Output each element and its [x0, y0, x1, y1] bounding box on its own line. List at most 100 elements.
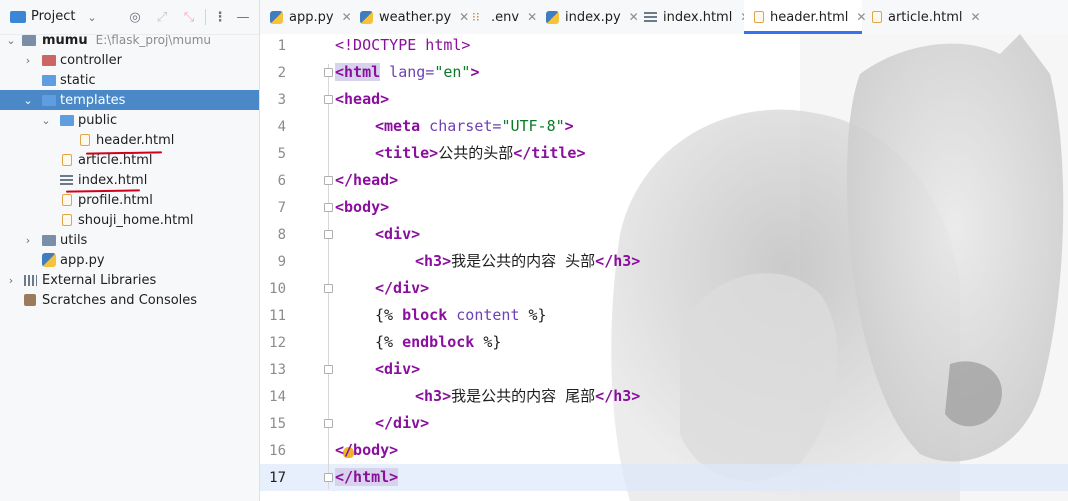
tag-body-close: </body> — [335, 441, 399, 459]
tag-div: <div> — [375, 360, 421, 378]
close-icon[interactable]: ✕ — [342, 10, 352, 24]
line-number: 12 — [269, 335, 286, 351]
code-line-3[interactable]: <head> — [335, 86, 389, 113]
code-line-11[interactable]: {% block content %} — [375, 302, 547, 329]
tree-item-utils[interactable]: › utils — [0, 230, 259, 250]
chevron-right-icon[interactable]: › — [22, 54, 34, 67]
tag-div: <div> — [375, 225, 421, 243]
locate-file-icon[interactable]: ◎ — [127, 9, 143, 25]
code-line-7[interactable]: <body> — [335, 194, 389, 221]
jinja-delim: %} — [519, 306, 547, 324]
package-folder-icon — [42, 235, 56, 246]
tree-item-app-py[interactable]: app.py — [0, 250, 259, 270]
attr-charset: charset= — [420, 117, 502, 135]
tab-index-html[interactable]: index.html ✕ — [644, 0, 750, 34]
code-line-10[interactable]: </div> — [375, 275, 429, 302]
line-number: 15 — [269, 416, 286, 432]
html-file-icon — [62, 214, 72, 226]
fold-marker[interactable] — [324, 365, 333, 374]
python-file-icon — [360, 10, 373, 24]
line-number: 8 — [277, 227, 286, 243]
python-file-icon — [546, 10, 559, 24]
code-line-14[interactable]: <h3>我是公共的内容 尾部</h3> — [415, 383, 640, 410]
h3-text: 我是公共的内容 尾部 — [451, 387, 596, 405]
fold-marker[interactable] — [324, 176, 333, 185]
code-line-13[interactable]: <div> — [375, 356, 420, 383]
fold-marker[interactable] — [324, 419, 333, 428]
code-line-1[interactable]: <!DOCTYPE html> — [335, 34, 470, 59]
tree-item-label: Scratches and Consoles — [42, 292, 198, 308]
tab-label: app.py — [289, 9, 334, 25]
tab-article-html[interactable]: article.html ✕ — [872, 0, 981, 34]
tree-item-label: static — [60, 72, 96, 88]
tree-item-article-html[interactable]: article.html — [0, 150, 259, 170]
expand-all-icon[interactable]: ⤢ — [154, 9, 170, 25]
tree-item-profile-html[interactable]: profile.html — [0, 190, 259, 210]
jinja-block-name: content — [447, 306, 520, 324]
tree-item-public[interactable]: ⌄ public — [0, 110, 259, 130]
code-line-2[interactable]: <html lang="en"> — [335, 59, 480, 86]
tag-html-open: <html — [335, 63, 381, 81]
fold-marker[interactable] — [324, 230, 333, 239]
tree-item-shouji-home-html[interactable]: shouji_home.html — [0, 210, 259, 230]
chevron-down-icon[interactable]: ⌄ — [40, 114, 52, 127]
tree-item-controller[interactable]: › controller — [0, 50, 259, 70]
code-editor[interactable]: 1 2 3 4 5 6 7 8 9 10 11 12 13 14 15 16 1… — [260, 34, 1068, 501]
tree-item-mumu[interactable]: ⌄ mumu E:\flask_proj\mumu — [0, 30, 259, 50]
resource-folder-icon — [42, 75, 56, 86]
hide-panel-icon[interactable]: — — [235, 9, 251, 25]
fold-marker[interactable] — [324, 473, 333, 482]
tab-weather-py[interactable]: weather.py ✕ — [360, 0, 469, 34]
chevron-down-icon[interactable]: ⌄ — [22, 94, 34, 107]
chevron-right-icon[interactable]: › — [5, 274, 17, 287]
close-icon[interactable]: ✕ — [527, 10, 537, 24]
code-line-12[interactable]: {% endblock %} — [375, 329, 501, 356]
jinja-delim: %} — [474, 333, 502, 351]
tab-index-py[interactable]: index.py ✕ — [546, 0, 639, 34]
code-line-8[interactable]: <div> — [375, 221, 420, 248]
line-number-current: 17 — [269, 470, 286, 486]
tree-item-header-html[interactable]: header.html — [0, 130, 259, 150]
tag-head: <head> — [335, 90, 390, 108]
chevron-right-icon[interactable]: › — [22, 234, 34, 247]
tag-h3-open: <h3> — [415, 387, 452, 405]
more-options-icon[interactable]: ⋮ — [212, 9, 228, 25]
code-line-17[interactable]: </html> — [335, 464, 399, 491]
chevron-down-icon[interactable]: ⌄ — [84, 9, 100, 25]
close-icon[interactable]: ✕ — [971, 10, 981, 24]
html-file-icon — [872, 11, 882, 23]
chevron-down-icon[interactable]: ⌄ — [5, 34, 17, 47]
html-file-icon — [62, 154, 72, 166]
code-line-5[interactable]: <title>公共的头部</title> — [375, 140, 585, 167]
project-panel: Project ⌄ ◎ ⤢ ⤡ ⋮ — ⌄ mumu E:\flask_proj\… — [0, 0, 260, 501]
tree-item-static[interactable]: static — [0, 70, 259, 90]
code-line-16[interactable]: </body> — [335, 437, 398, 464]
tree-item-external-libraries[interactable]: › External Libraries — [0, 270, 259, 290]
code-line-9[interactable]: <h3>我是公共的内容 头部</h3> — [415, 248, 640, 275]
close-icon[interactable]: ✕ — [856, 10, 866, 24]
tab-env[interactable]: ⁝⁝ .env ✕ — [472, 0, 537, 34]
tab-label: index.html — [663, 9, 733, 25]
tree-item-label: External Libraries — [42, 272, 157, 288]
jinja-keyword: block — [393, 306, 448, 324]
tag-head-close: </head> — [335, 171, 399, 189]
fold-marker[interactable] — [324, 284, 333, 293]
fold-marker[interactable] — [324, 203, 333, 212]
tab-label: header.html — [770, 9, 849, 25]
fold-marker[interactable] — [324, 68, 333, 77]
close-icon[interactable]: ✕ — [459, 10, 469, 24]
tree-item-scratches[interactable]: Scratches and Consoles — [0, 290, 259, 310]
tree-item-templates[interactable]: ⌄ templates — [0, 90, 259, 110]
project-path: E:\flask_proj\mumu — [95, 32, 211, 47]
code-line-15[interactable]: </div> — [375, 410, 429, 437]
code-line-4[interactable]: <meta charset="UTF-8"> — [375, 113, 574, 140]
collapse-all-icon[interactable]: ⤡ — [181, 9, 197, 25]
tab-header-html[interactable]: header.html ✕ — [744, 0, 866, 34]
close-icon[interactable]: ✕ — [629, 10, 639, 24]
code-line-6[interactable]: </head> — [335, 167, 398, 194]
project-view-selector[interactable]: Project — [31, 9, 75, 24]
fold-marker[interactable] — [324, 95, 333, 104]
tree-item-index-html[interactable]: index.html — [0, 170, 259, 190]
jinja-delim: {% — [375, 306, 394, 324]
tab-app-py[interactable]: app.py ✕ — [270, 0, 352, 34]
